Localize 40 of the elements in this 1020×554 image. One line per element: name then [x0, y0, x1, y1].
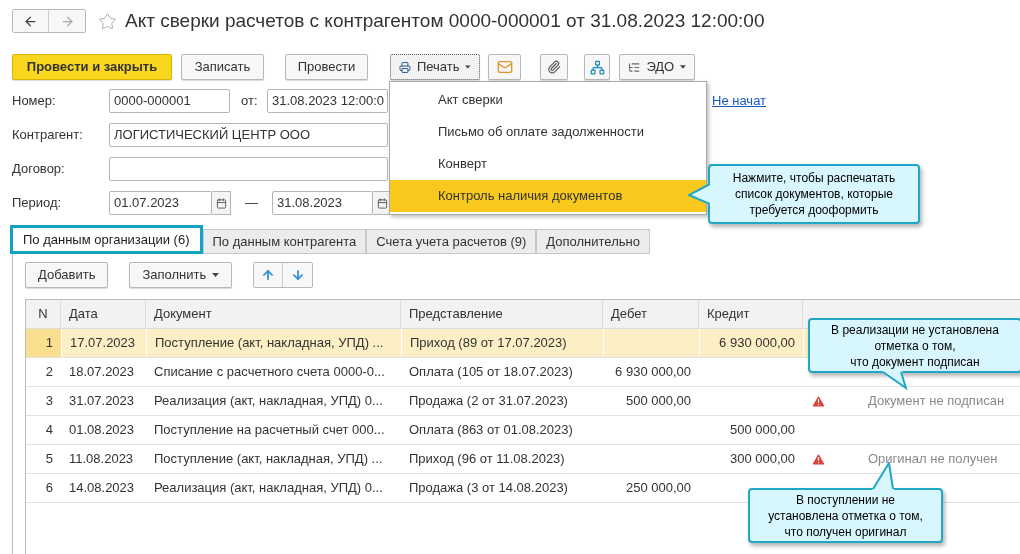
- table-cell-text: 18.07.2023: [69, 363, 135, 382]
- table-cell-text: 500 000,00: [729, 421, 795, 440]
- table-cell-text: 11.08.2023: [69, 450, 134, 469]
- table-cell-text: Реализация (акт, накладная, УПД) 0...: [154, 392, 383, 411]
- table-cell-text: Поступление на расчетный счет 000...: [154, 421, 385, 440]
- table-cell-text: Продажа (3 от 14.08.2023): [409, 479, 568, 498]
- table-cell-text: Приход (89 от 17.07.2023): [410, 334, 567, 353]
- table-cell-text: Поступление (акт, накладная, УПД) ...: [154, 450, 383, 469]
- period-separator: —: [245, 194, 258, 213]
- table-cell-text: 6 930 000,00: [615, 363, 691, 382]
- table-cell-text: 5: [45, 450, 53, 469]
- field-label: Договор:: [12, 160, 66, 179]
- field-label: Контрагент:: [12, 126, 84, 145]
- status-text: Оригинал не получен: [868, 450, 998, 469]
- table-cell-text: 300 000,00: [729, 450, 795, 469]
- field-label: Номер:: [12, 92, 57, 111]
- table-cell-text: Продажа (2 от 31.07.2023): [409, 392, 568, 411]
- table-cell-text: 3: [45, 392, 53, 411]
- table-cell-text: Реализация (акт, накладная, УПД) 0...: [154, 479, 383, 498]
- table-cell-text: Поступление (акт, накладная, УПД) ...: [155, 334, 384, 353]
- table-cell-text: 4: [45, 421, 53, 440]
- table-cell-text: 17.07.2023: [70, 334, 136, 353]
- table-cell-text: Приход (96 от 11.08.2023): [409, 450, 565, 469]
- table-cell-text: 14.08.2023: [69, 479, 135, 498]
- table-cell-text: 6 930 000,00: [719, 334, 795, 353]
- field-label: Период:: [12, 194, 63, 213]
- table-cell-text: Оплата (863 от 01.08.2023): [409, 421, 573, 440]
- status-text: Документ не подписан: [868, 392, 1005, 411]
- window-title: Акт сверки расчетов с контрагентом 0000-000001 от 31.08.2023 12:00:00: [125, 8, 765, 33]
- table-cell-text: 31.07.2023: [69, 392, 135, 411]
- table-cell-text: Оплата (105 от 18.07.2023): [409, 363, 573, 382]
- table-cell-text: 500 000,00: [625, 392, 691, 411]
- table-cell-text: 250 000,00: [625, 479, 691, 498]
- table-cell-text: 1: [45, 334, 53, 353]
- table-cell-text: 01.08.2023: [69, 421, 135, 440]
- field-label: от:: [241, 92, 259, 111]
- table-cell-text: Списание с расчетного счета 0000-0...: [154, 363, 385, 382]
- callout-text: Нажмите, чтобы распечатать список документов, которые требуется дооформить: [732, 170, 896, 218]
- table-cell-text: 6: [45, 479, 53, 498]
- table-cell-text: 2: [45, 363, 53, 382]
